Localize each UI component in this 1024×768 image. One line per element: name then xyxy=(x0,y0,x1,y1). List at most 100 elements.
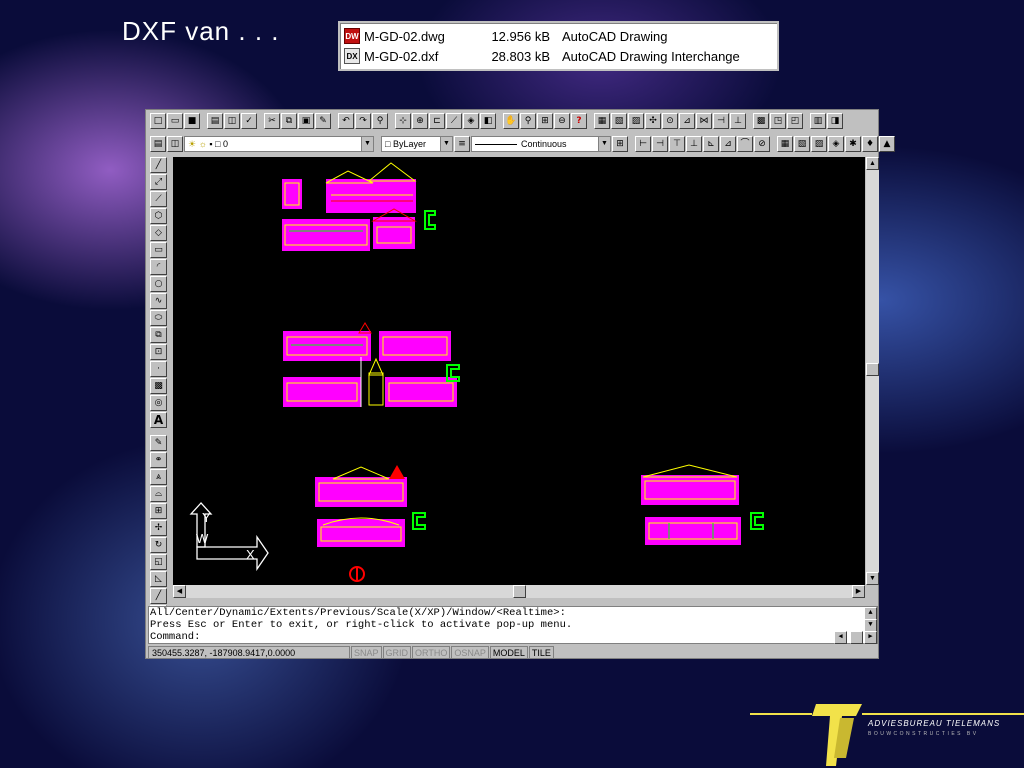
mirror-icon[interactable]: ⩓ xyxy=(150,469,167,485)
tool-l-icon[interactable]: ◰ xyxy=(787,113,803,129)
tool-q-icon[interactable]: ▨ xyxy=(811,136,827,152)
tool-o-icon[interactable]: ▦ xyxy=(777,136,793,152)
zoom-window-icon[interactable]: ⊞ xyxy=(537,113,553,129)
command-scroll-right-icon[interactable]: ▶ xyxy=(864,631,877,644)
drawing-area[interactable]: Y W X xyxy=(173,157,865,585)
tool-c-icon[interactable]: ▨ xyxy=(628,113,644,129)
dim-a-icon[interactable]: ⊢ xyxy=(635,136,651,152)
tool-d-icon[interactable]: ✣ xyxy=(645,113,661,129)
scroll-up-icon[interactable]: ▲ xyxy=(866,157,879,170)
file-row[interactable]: DX M-GD-02.dxf 28.803 kB AutoCAD Drawing… xyxy=(344,46,773,66)
cut-icon[interactable]: ✂ xyxy=(264,113,280,129)
dim-d-icon[interactable]: ⊥ xyxy=(686,136,702,152)
dim-g-icon[interactable]: ⌒ xyxy=(737,136,753,152)
scroll-down-icon[interactable]: ▼ xyxy=(866,572,879,585)
undo-icon[interactable]: ↶ xyxy=(338,113,354,129)
arc-icon[interactable]: ◜ xyxy=(150,259,167,275)
paste-icon[interactable]: ▣ xyxy=(298,113,314,129)
tool-p-icon[interactable]: ▧ xyxy=(794,136,810,152)
layer-manager-icon[interactable]: ▤ xyxy=(150,136,166,152)
scale-icon[interactable]: ◱ xyxy=(150,554,167,570)
tool-s-icon[interactable]: ✱ xyxy=(845,136,861,152)
hyperlink-icon[interactable]: ⚲ xyxy=(372,113,388,129)
polygon-icon[interactable]: ⬡ xyxy=(150,208,167,224)
stretch-icon[interactable]: ◺ xyxy=(150,571,167,587)
polyline-icon[interactable]: ⟋ xyxy=(150,191,167,207)
construction-line-icon[interactable]: ⤢ xyxy=(150,174,167,190)
save-icon[interactable]: ■ xyxy=(184,113,200,129)
tool-g-icon[interactable]: ⋈ xyxy=(696,113,712,129)
array-icon[interactable]: ⊞ xyxy=(150,503,167,519)
tool-b-icon[interactable]: ▧ xyxy=(611,113,627,129)
command-window[interactable]: All/Center/Dynamic/Extents/Previous/Scal… xyxy=(148,606,878,644)
redo-icon[interactable]: ↷ xyxy=(355,113,371,129)
grid-toggle[interactable]: GRID xyxy=(382,646,412,659)
linetype-manager-icon[interactable]: ≡ xyxy=(454,136,470,152)
tool-k-icon[interactable]: ◳ xyxy=(770,113,786,129)
dim-e-icon[interactable]: ⊾ xyxy=(703,136,719,152)
spelling-icon[interactable]: ✓ xyxy=(241,113,257,129)
ucs-icon[interactable]: ⊏ xyxy=(429,113,445,129)
preview-icon[interactable]: ◫ xyxy=(224,113,240,129)
snap-icon[interactable]: ⊕ xyxy=(412,113,428,129)
dim-h-icon[interactable]: ⊘ xyxy=(754,136,770,152)
new-icon[interactable]: □ xyxy=(150,113,166,129)
lock-icon[interactable]: ▲ xyxy=(879,136,895,152)
open-icon[interactable]: ▭ xyxy=(167,113,183,129)
rotate-icon[interactable]: ↻ xyxy=(150,537,167,553)
tool-j-icon[interactable]: ▩ xyxy=(753,113,769,129)
view-icon[interactable]: ◧ xyxy=(480,113,496,129)
region-icon[interactable]: ◎ xyxy=(150,395,167,411)
circle-icon[interactable]: ○ xyxy=(150,276,167,292)
model-toggle[interactable]: MODEL xyxy=(489,646,528,659)
dim-f-icon[interactable]: ⊿ xyxy=(720,136,736,152)
zoom-realtime-icon[interactable]: ⚲ xyxy=(520,113,536,129)
zoom-previous-icon[interactable]: ⊖ xyxy=(554,113,570,129)
insert-block-icon[interactable]: ⧉ xyxy=(150,327,167,343)
tool-n-icon[interactable]: ◨ xyxy=(827,113,843,129)
scroll-right-icon[interactable]: ▶ xyxy=(852,585,865,598)
command-scroll-left-icon[interactable]: ◀ xyxy=(834,631,847,644)
redraw-icon[interactable]: ◈ xyxy=(463,113,479,129)
distance-icon[interactable]: ⟋ xyxy=(446,113,462,129)
spline-icon[interactable]: ∿ xyxy=(150,293,167,309)
pan-icon[interactable]: ✋ xyxy=(503,113,519,129)
tool-t-icon[interactable]: ♦ xyxy=(862,136,878,152)
command-prompt[interactable]: Command: xyxy=(150,631,877,643)
copy-icon[interactable]: ⧉ xyxy=(281,113,297,129)
text-icon[interactable]: A xyxy=(150,412,167,428)
scroll-left-icon[interactable]: ◀ xyxy=(173,585,186,598)
properties-icon[interactable]: ⊞ xyxy=(612,136,628,152)
command-scroll-thumb[interactable] xyxy=(850,631,863,644)
snap-toggle[interactable]: SNAP xyxy=(351,646,382,659)
horizontal-scroll-thumb[interactable] xyxy=(513,585,526,598)
line-icon[interactable]: ╱ xyxy=(150,157,167,173)
vertical-scrollbar[interactable]: ▲ ▼ xyxy=(866,157,879,585)
offset-icon[interactable]: ⌓ xyxy=(150,486,167,502)
move-icon[interactable]: ✢ xyxy=(150,520,167,536)
lengthen-icon[interactable]: ╱ xyxy=(150,588,167,604)
dim-c-icon[interactable]: ⊤ xyxy=(669,136,685,152)
tool-m-icon[interactable]: ▥ xyxy=(810,113,826,129)
ellipse-icon[interactable]: ⬭ xyxy=(150,310,167,326)
osnap-toggle[interactable]: OSNAP xyxy=(451,646,489,659)
linetype-dropdown[interactable]: Continuous ▼ xyxy=(471,136,611,152)
tile-toggle[interactable]: TILE xyxy=(528,646,554,659)
layer-dropdown[interactable]: ☀ ☼ ▪ □ 0 ▼ xyxy=(184,136,374,152)
ortho-toggle[interactable]: ORTHO xyxy=(412,646,451,659)
point-icon[interactable]: · xyxy=(150,361,167,377)
rectangle-icon[interactable]: ▭ xyxy=(150,242,167,258)
erase-icon[interactable]: ✎ xyxy=(150,435,167,451)
color-dropdown[interactable]: □ ByLayer ▼ xyxy=(381,136,453,152)
tool-h-icon[interactable]: ⊣ xyxy=(713,113,729,129)
dim-b-icon[interactable]: ⊣ xyxy=(652,136,668,152)
match-properties-icon[interactable]: ✎ xyxy=(315,113,331,129)
horizontal-scrollbar[interactable]: ◀ ▶ xyxy=(173,585,865,598)
tool-f-icon[interactable]: ⊿ xyxy=(679,113,695,129)
make-block-icon[interactable]: ⊡ xyxy=(150,344,167,360)
tool-a-icon[interactable]: ▦ xyxy=(594,113,610,129)
tool-r-icon[interactable]: ◈ xyxy=(828,136,844,152)
help-icon[interactable]: ? xyxy=(571,113,587,129)
tracking-icon[interactable]: ⊹ xyxy=(395,113,411,129)
rectangle-draw-icon[interactable]: ◇ xyxy=(150,225,167,241)
